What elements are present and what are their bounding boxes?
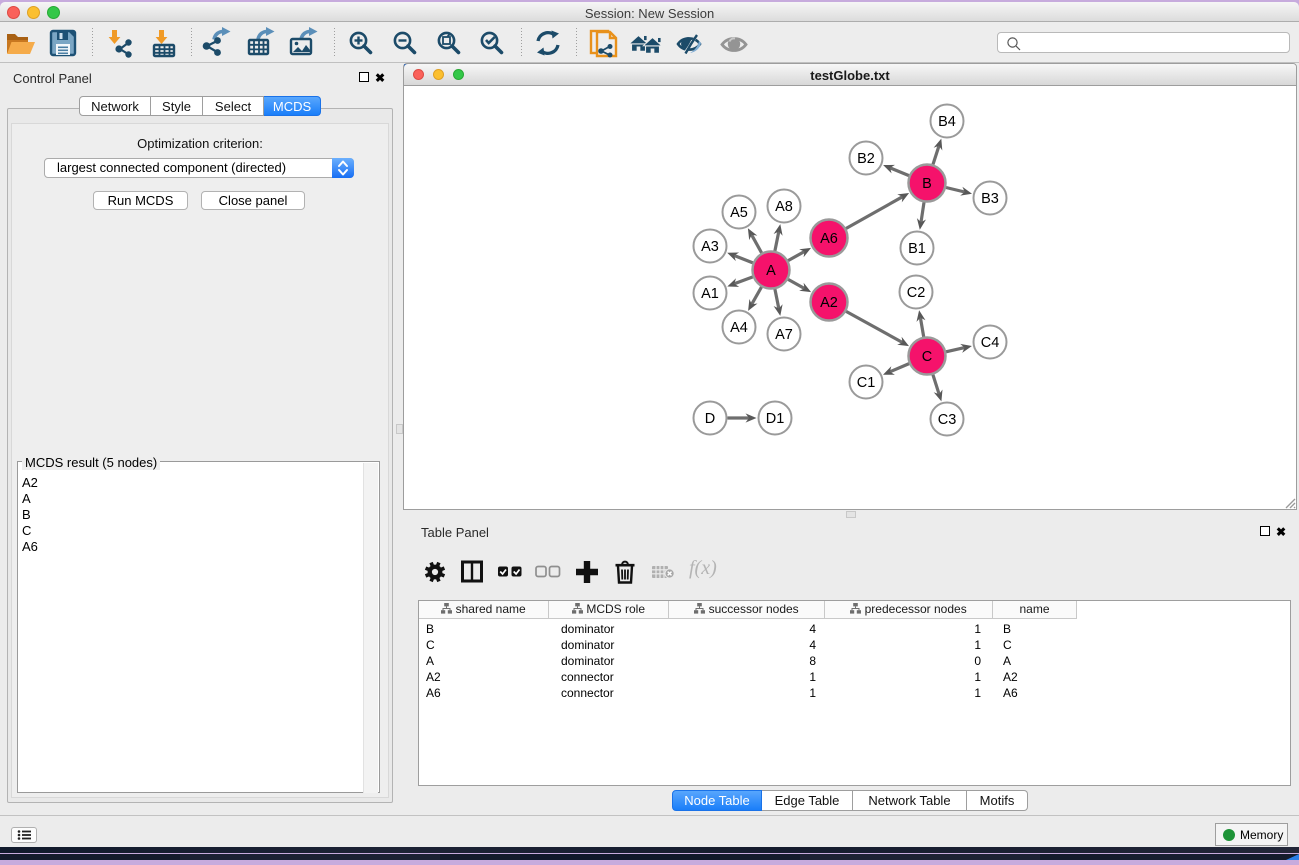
svg-text:A6: A6 xyxy=(820,231,838,247)
svg-text:A8: A8 xyxy=(775,199,793,215)
svg-text:C4: C4 xyxy=(981,335,1000,351)
svg-text:C3: C3 xyxy=(938,412,957,428)
svg-text:B1: B1 xyxy=(908,241,926,257)
svg-text:A1: A1 xyxy=(701,286,719,302)
svg-text:D: D xyxy=(705,411,715,427)
svg-text:A7: A7 xyxy=(775,327,793,343)
svg-text:D1: D1 xyxy=(766,411,785,427)
svg-text:A2: A2 xyxy=(820,295,838,311)
svg-text:C2: C2 xyxy=(907,285,926,301)
svg-text:B2: B2 xyxy=(857,151,875,167)
svg-text:A4: A4 xyxy=(730,320,748,336)
svg-text:B: B xyxy=(922,176,932,192)
svg-text:A3: A3 xyxy=(701,239,719,255)
svg-text:A: A xyxy=(766,263,776,279)
svg-text:B3: B3 xyxy=(981,191,999,207)
svg-text:C: C xyxy=(922,349,932,365)
svg-text:B4: B4 xyxy=(938,114,956,130)
svg-text:A5: A5 xyxy=(730,205,748,221)
svg-text:C1: C1 xyxy=(857,375,876,391)
